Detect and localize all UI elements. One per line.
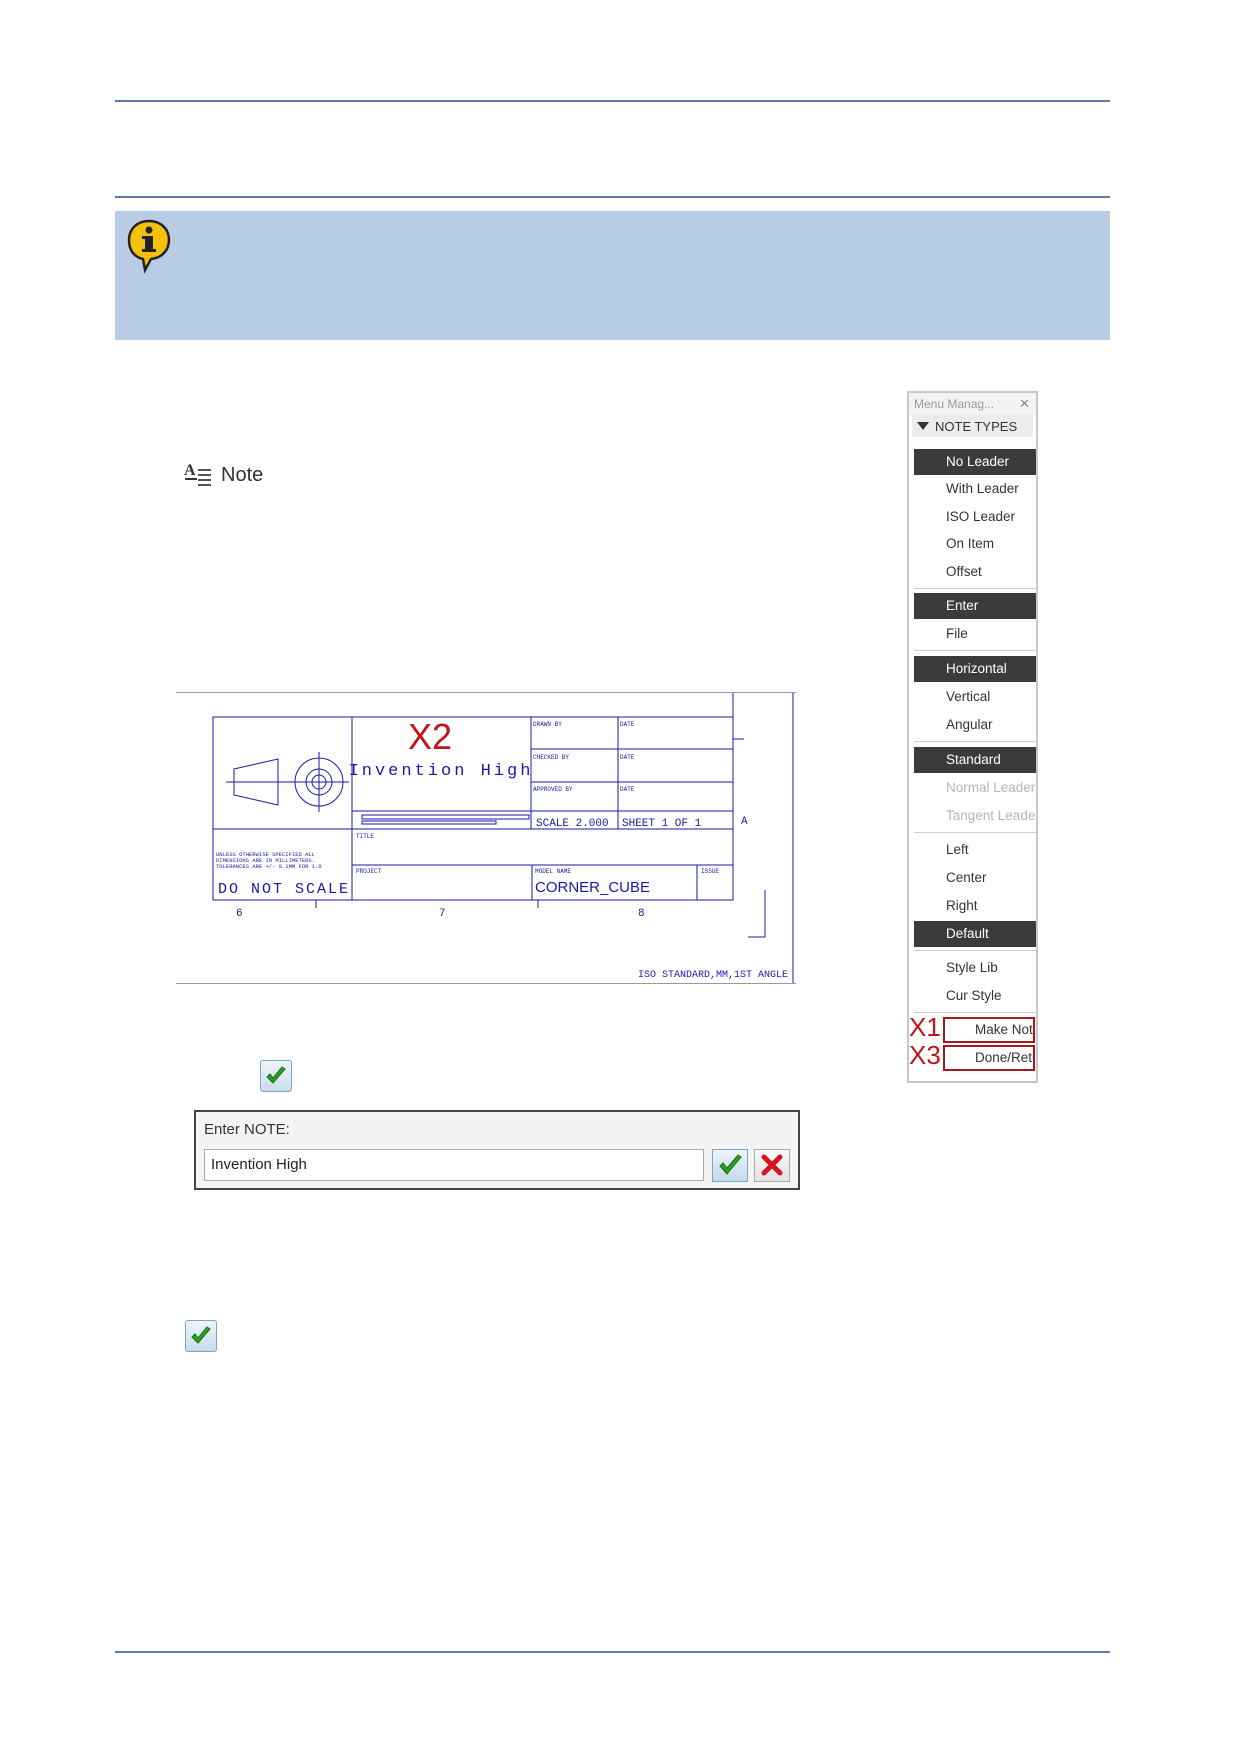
dialog-ok-button[interactable] bbox=[712, 1149, 748, 1182]
model-name: CORNER_CUBE bbox=[535, 879, 650, 896]
date-label-1: DATE bbox=[620, 721, 635, 728]
menu-item-vertical[interactable]: Vertical bbox=[914, 684, 1036, 710]
menu-item-enter[interactable]: Enter bbox=[914, 593, 1036, 619]
menu-item-angular[interactable]: Angular bbox=[914, 712, 1036, 738]
check-icon bbox=[266, 1066, 286, 1084]
menu-item-on-item[interactable]: On Item bbox=[914, 531, 1036, 557]
column-6: 6 bbox=[236, 908, 243, 920]
menu-title: Menu Manag... bbox=[914, 397, 995, 411]
x1-marker: X1 bbox=[909, 1012, 941, 1042]
svg-text:A: A bbox=[184, 462, 196, 479]
menu-separator bbox=[914, 741, 1036, 742]
column-8: 8 bbox=[638, 908, 645, 920]
date-label-3: DATE bbox=[620, 786, 635, 793]
scale-text: SCALE 2.000 bbox=[536, 818, 609, 830]
menu-separator bbox=[914, 588, 1036, 589]
project-label: PROJECT bbox=[356, 868, 382, 875]
notes-line-3: TOLERANCES ARE +/- 0.1MM FOR 1.0 bbox=[216, 863, 322, 870]
iso-standard: ISO STANDARD,MM,1ST ANGLE bbox=[638, 970, 788, 981]
menu-item-done-return[interactable]: Done/Return bbox=[943, 1045, 1035, 1071]
info-icon bbox=[127, 219, 171, 274]
sheet-text: SHEET 1 OF 1 bbox=[622, 818, 702, 830]
enter-note-label: Enter NOTE: bbox=[204, 1121, 290, 1138]
section-label: NOTE TYPES bbox=[935, 418, 1018, 434]
note-label: Note bbox=[221, 463, 264, 486]
collapse-triangle-icon bbox=[917, 422, 929, 430]
note-text-input[interactable]: Invention High bbox=[204, 1149, 704, 1181]
menu-item-normal-leader: Normal Leader bbox=[946, 780, 1036, 795]
menu-item-tangent-leader: Tangent Leader bbox=[946, 808, 1036, 823]
menu-item-right[interactable]: Right bbox=[914, 893, 1036, 919]
note-text-on-drawing: Invention High bbox=[349, 762, 534, 781]
menu-item-iso-leader[interactable]: ISO Leader bbox=[914, 504, 1036, 530]
note-command[interactable]: A Note bbox=[183, 460, 263, 490]
menu-item-center[interactable]: Center bbox=[914, 865, 1036, 891]
menu-item-no-leader[interactable]: No Leader bbox=[914, 449, 1036, 475]
menu-manager: Menu Manag... ✕ NOTE TYPES No Leader Wit… bbox=[907, 391, 1038, 1083]
check-icon bbox=[719, 1154, 742, 1175]
menu-item-style-lib[interactable]: Style Lib bbox=[914, 955, 1036, 981]
menu-item-with-leader[interactable]: With Leader bbox=[914, 476, 1036, 502]
menu-item-file[interactable]: File bbox=[914, 621, 1036, 647]
note-icon: A bbox=[184, 462, 211, 486]
title-block-svg: X2 Invention High DRAWN BY DATE CHECKED … bbox=[212, 693, 794, 983]
accept-check-button[interactable] bbox=[260, 1060, 292, 1092]
x2-marker: X2 bbox=[408, 716, 452, 757]
zone-a: A bbox=[741, 816, 748, 828]
menu-item-offset[interactable]: Offset bbox=[914, 559, 1036, 585]
approved-by-label: APPROVED BY bbox=[533, 786, 573, 793]
menu-titlebar: Menu Manag... ✕ bbox=[909, 393, 1036, 415]
x3-marker: X3 bbox=[909, 1040, 941, 1070]
menu-separator bbox=[914, 650, 1036, 651]
title-label: TITLE bbox=[356, 833, 374, 840]
menu-item-horizontal[interactable]: Horizontal bbox=[914, 656, 1036, 682]
menu-item-cur-style[interactable]: Cur Style bbox=[914, 983, 1036, 1009]
issue-label: ISSUE bbox=[701, 868, 719, 875]
drawing-title-block: X2 Invention High DRAWN BY DATE CHECKED … bbox=[176, 692, 796, 984]
do-not-scale: DO NOT SCALE bbox=[218, 881, 350, 898]
column-7: 7 bbox=[439, 908, 446, 920]
close-icon[interactable]: ✕ bbox=[1019, 396, 1030, 412]
footer-rule bbox=[115, 1651, 1110, 1653]
header-rule bbox=[115, 100, 1110, 102]
menu-item-left[interactable]: Left bbox=[914, 837, 1036, 863]
section-rule bbox=[115, 196, 1110, 198]
check-icon bbox=[191, 1326, 211, 1344]
menu-item-make-note[interactable]: Make Note bbox=[943, 1017, 1035, 1043]
close-icon bbox=[761, 1154, 783, 1176]
dialog-cancel-button[interactable] bbox=[754, 1149, 790, 1182]
drawn-by-label: DRAWN BY bbox=[533, 721, 562, 728]
menu-item-default[interactable]: Default bbox=[914, 921, 1036, 947]
accept-check-button-2[interactable] bbox=[185, 1320, 217, 1352]
menu-item-standard[interactable]: Standard bbox=[914, 747, 1036, 773]
checked-by-label: CHECKED BY bbox=[533, 754, 569, 761]
note-types-section[interactable]: NOTE TYPES bbox=[912, 415, 1033, 437]
enter-note-dialog: Enter NOTE: Invention High bbox=[194, 1110, 800, 1190]
menu-separator bbox=[914, 950, 1036, 951]
date-label-2: DATE bbox=[620, 754, 635, 761]
menu-separator bbox=[914, 832, 1036, 833]
info-callout bbox=[115, 211, 1110, 340]
model-name-label: MODEL NAME bbox=[535, 868, 571, 875]
